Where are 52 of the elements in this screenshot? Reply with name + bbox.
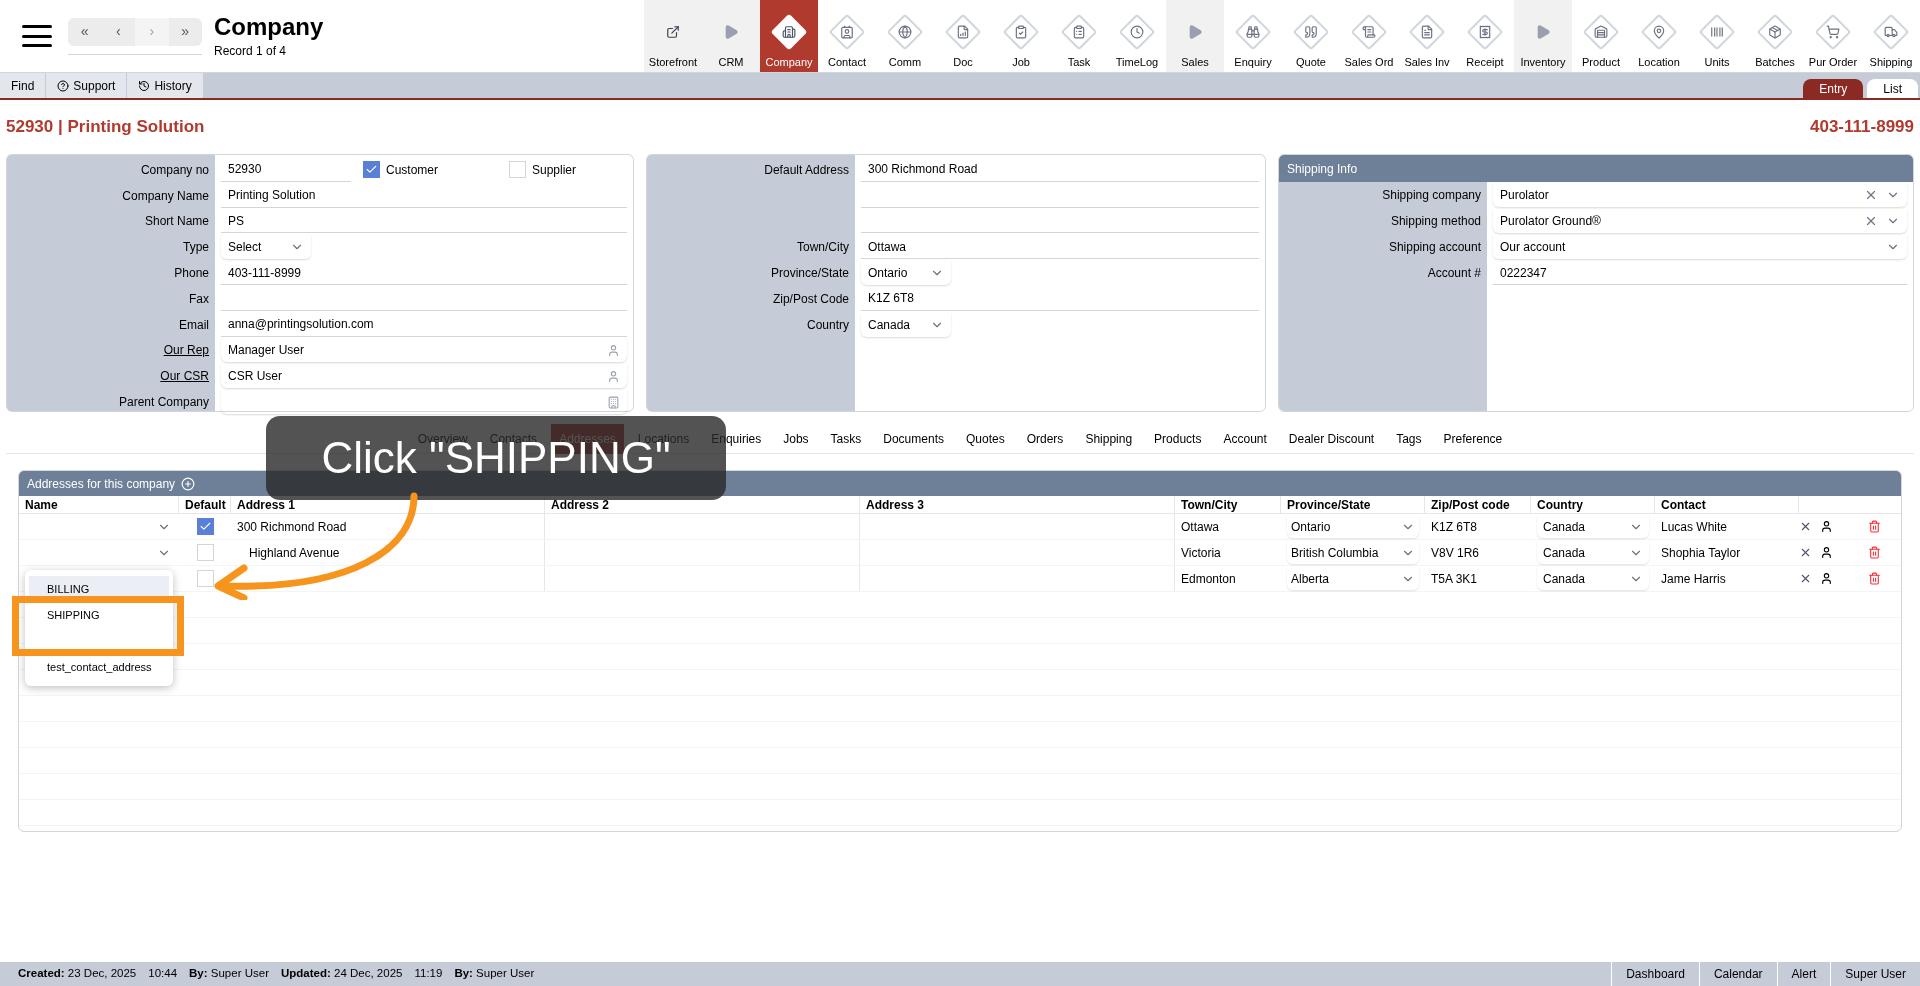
field-label: Parent Company [118, 395, 209, 410]
table-cell-text: Lucas White [1661, 518, 1728, 536]
record-counter: Record 1 of 4 [214, 43, 288, 60]
field-label: Zip/Post Code [772, 291, 849, 306]
footer-info: By: Super User [454, 966, 535, 982]
record-title: 52930 | Printing Solution [6, 116, 205, 139]
field-label: Company no [140, 162, 209, 177]
footer-info: Created: 23 Dec, 2025 [18, 966, 137, 982]
field-label: Country [806, 317, 849, 332]
column-header: Address 3 [866, 496, 925, 514]
table-cell-text: T5A 3K1 [1431, 570, 1478, 588]
table-cell-text: 300 Richmond Road [237, 518, 347, 536]
field-label: Shipping account [1388, 240, 1481, 254]
field-label: Account # [1427, 266, 1481, 280]
column-header: Address 1 [237, 496, 296, 514]
field-label: Email [179, 317, 209, 332]
field-label: Phone [174, 266, 209, 281]
panel-title: Shipping Info [1287, 160, 1358, 178]
table-cell-text: V8V 1R6 [1431, 544, 1480, 562]
column-header: Province/State [1287, 496, 1371, 514]
field-label: Shipping company [1382, 188, 1481, 202]
field-label: Company Name [122, 188, 209, 203]
panel-title: Addresses for this company [27, 475, 176, 493]
column-header: Default [185, 496, 226, 514]
table-cell-text: Edmonton [1181, 570, 1236, 588]
table-cell-text: Victoria [1181, 544, 1221, 562]
table-cell-text: Jame Harris [1661, 570, 1726, 588]
checkbox-label: Customer [386, 161, 438, 179]
footer-info: 11:19 [414, 966, 443, 982]
footer-info: By: Super User [189, 966, 269, 982]
column-header: Zip/Post code [1431, 496, 1510, 514]
column-header: Country [1537, 496, 1583, 514]
column-header: Name [25, 496, 58, 514]
footer-info: Updated: 24 Dec, 2025 [280, 966, 403, 982]
field-label: Default Address [764, 162, 849, 177]
field-label: Province/State [770, 266, 849, 281]
column-header: Town/City [1181, 496, 1238, 514]
field-label: Town/City [797, 240, 849, 255]
column-header: Contact [1661, 496, 1706, 514]
column-header: Address 2 [551, 496, 610, 514]
table-cell-text: Shophia Taylor [1661, 544, 1741, 562]
table-cell-text: Ottawa [1181, 518, 1219, 536]
page-title: Company [214, 12, 324, 42]
field-label: Fax [189, 291, 209, 306]
table-cell-text: K1Z 6T8 [1431, 518, 1478, 536]
footer-info: 10:44 [148, 966, 178, 982]
checkbox-label: Supplier [532, 161, 577, 179]
field-label: Type [183, 240, 209, 255]
record-phone: 403-111-8999 [1810, 116, 1914, 139]
field-label: Short Name [144, 214, 209, 229]
field-label: Shipping method [1390, 214, 1481, 228]
table-cell-text: Highland Avenue [248, 544, 340, 562]
